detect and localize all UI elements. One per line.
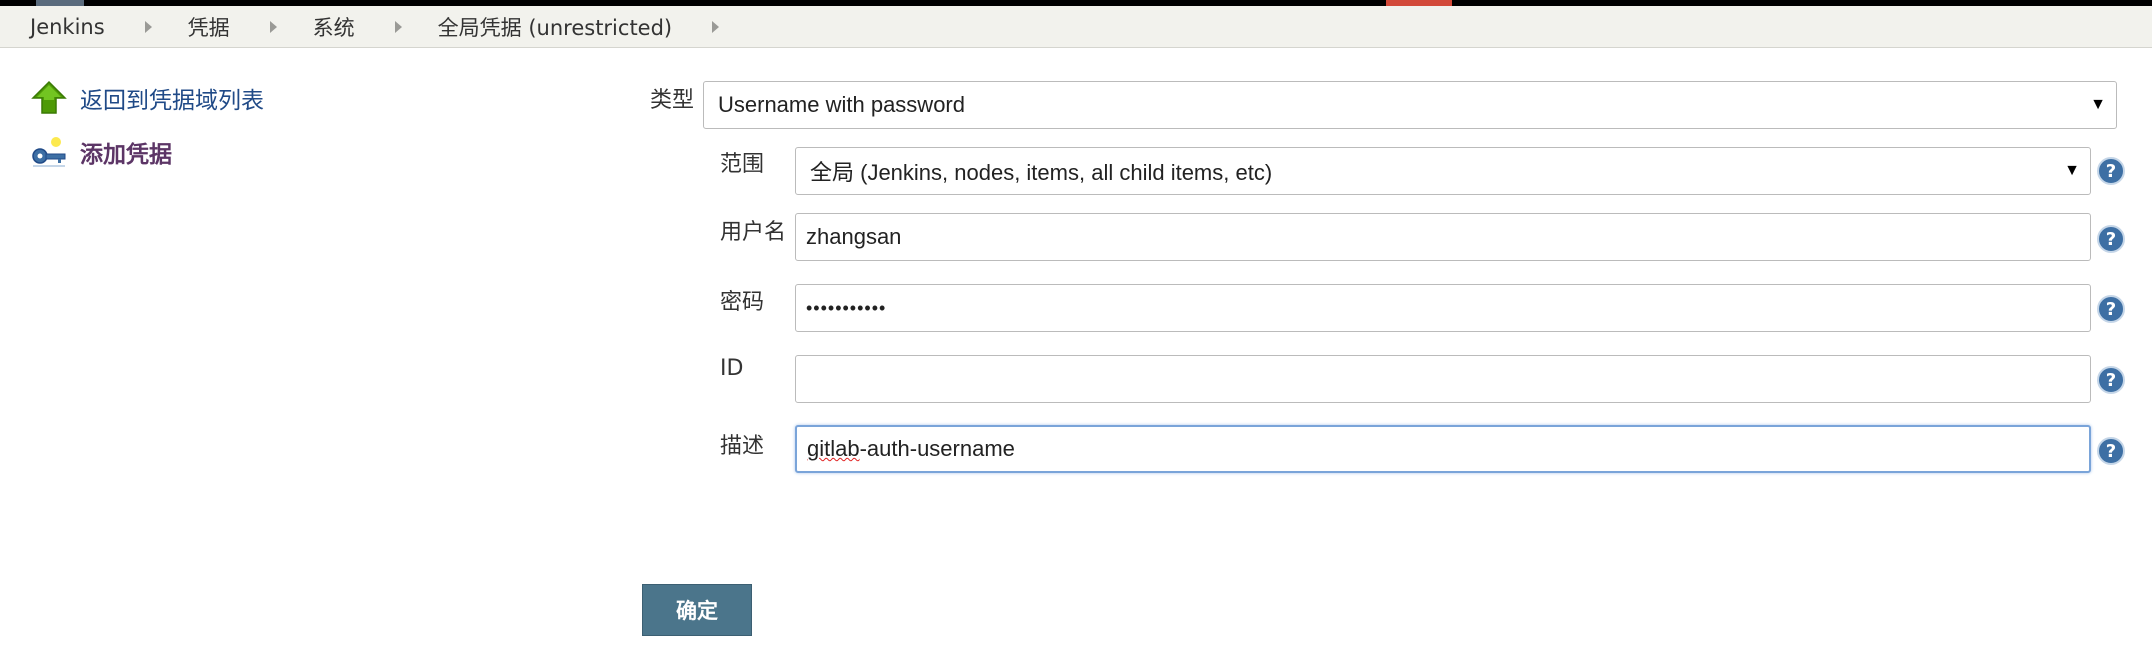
kind-label: 类型	[650, 88, 695, 113]
kind-select[interactable]: Username with password ▼	[703, 81, 2117, 129]
password-label: 密码	[720, 290, 765, 315]
breadcrumb-chevron-icon[interactable]	[712, 20, 720, 33]
scope-value: 全局 (Jenkins, nodes, items, all child ite…	[810, 160, 1273, 185]
id-input[interactable]	[795, 355, 2091, 403]
breadcrumb-credentials[interactable]: 凭据	[188, 12, 230, 42]
scope-label: 范围	[720, 152, 765, 177]
username-label: 用户名	[720, 220, 787, 245]
help-icon[interactable]: ?	[2097, 366, 2125, 394]
back-to-domains-task[interactable]: 返回到凭据域列表	[30, 78, 430, 118]
key-icon	[30, 134, 68, 170]
help-icon[interactable]: ?	[2097, 225, 2125, 253]
breadcrumb-global-credentials[interactable]: 全局凭据 (unrestricted)	[438, 12, 672, 42]
username-value: zhangsan	[806, 224, 902, 249]
submit-button[interactable]: 确定	[642, 584, 752, 636]
description-value: -auth-username	[859, 436, 1015, 461]
back-to-domains-link[interactable]: 返回到凭据域列表	[80, 81, 264, 115]
username-input[interactable]: zhangsan	[795, 213, 2091, 261]
breadcrumb-system[interactable]: 系统	[313, 12, 355, 42]
help-icon[interactable]: ?	[2097, 295, 2125, 323]
breadcrumb-chevron-icon[interactable]	[394, 20, 402, 33]
description-input[interactable]: gitlab -auth-username	[795, 425, 2091, 473]
password-input[interactable]: •••••••••••	[795, 284, 2091, 332]
help-icon[interactable]: ?	[2097, 437, 2125, 465]
password-value: •••••••••••	[806, 297, 887, 318]
scope-select[interactable]: 全局 (Jenkins, nodes, items, all child ite…	[795, 147, 2091, 195]
add-credentials-link[interactable]: 添加凭据	[80, 135, 172, 169]
up-arrow-icon	[30, 80, 68, 116]
chevron-down-icon: ▼	[2090, 96, 2106, 113]
breadcrumb-chevron-icon[interactable]	[144, 20, 152, 33]
add-credentials-task[interactable]: 添加凭据	[30, 132, 430, 172]
chevron-down-icon: ▼	[2064, 162, 2080, 179]
side-panel: 返回到凭据域列表 添加凭据	[30, 78, 430, 186]
description-label: 描述	[720, 434, 765, 459]
breadcrumb-jenkins[interactable]: Jenkins	[30, 15, 105, 39]
description-value-misspelled: gitlab	[807, 436, 860, 461]
help-icon[interactable]: ?	[2097, 157, 2125, 185]
kind-value: Username with password	[718, 92, 965, 117]
breadcrumb: Jenkins 凭据 系统 全局凭据 (unrestricted)	[0, 6, 2152, 48]
id-label: ID	[720, 356, 744, 381]
breadcrumb-chevron-icon[interactable]	[269, 20, 277, 33]
